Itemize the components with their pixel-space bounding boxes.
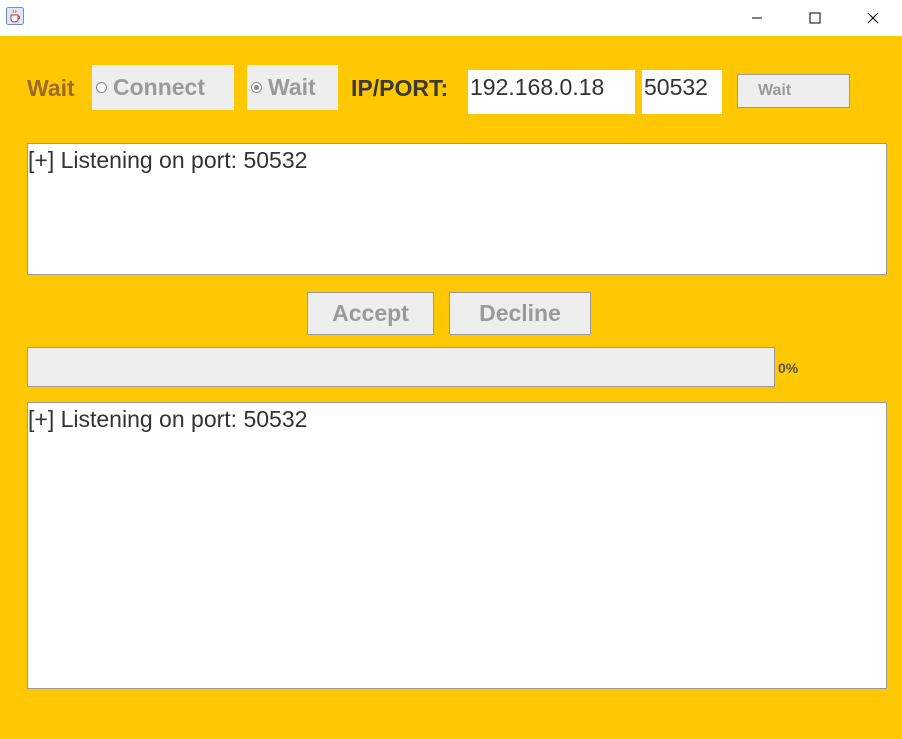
minimize-button[interactable]	[734, 0, 780, 36]
status-log[interactable]: [+] Listening on port: 50532	[27, 402, 887, 689]
wait-radio[interactable]: Wait	[247, 65, 338, 110]
wait-radio-label: Wait	[268, 74, 316, 100]
connect-radio[interactable]: Connect	[92, 65, 234, 110]
decline-button[interactable]: Decline	[449, 292, 591, 335]
mode-label: Wait	[27, 75, 75, 101]
radio-selected-icon	[251, 82, 262, 93]
connect-radio-label: Connect	[113, 74, 205, 100]
accept-button[interactable]: Accept	[307, 292, 434, 335]
close-icon	[867, 12, 879, 24]
log-line: [+] Listening on port: 50532	[28, 406, 308, 432]
wait-action-button[interactable]: Wait	[737, 74, 850, 108]
minimize-icon	[752, 17, 762, 19]
port-field[interactable]: 50532	[642, 70, 722, 114]
java-coffee-icon[interactable]	[6, 7, 24, 25]
maximize-button[interactable]	[792, 0, 838, 36]
log-line: [+] Listening on port: 50532	[28, 147, 308, 173]
radio-unselected-icon	[96, 82, 107, 93]
messages-log[interactable]: [+] Listening on port: 50532	[27, 143, 887, 275]
title-bar	[0, 0, 902, 36]
progress-bar	[27, 347, 775, 387]
maximize-icon	[809, 12, 821, 24]
close-button[interactable]	[850, 0, 896, 36]
ip-port-label: IP/PORT:	[351, 75, 449, 101]
ip-address-field[interactable]: 192.168.0.18	[468, 70, 635, 114]
progress-percent: 0%	[778, 360, 799, 376]
